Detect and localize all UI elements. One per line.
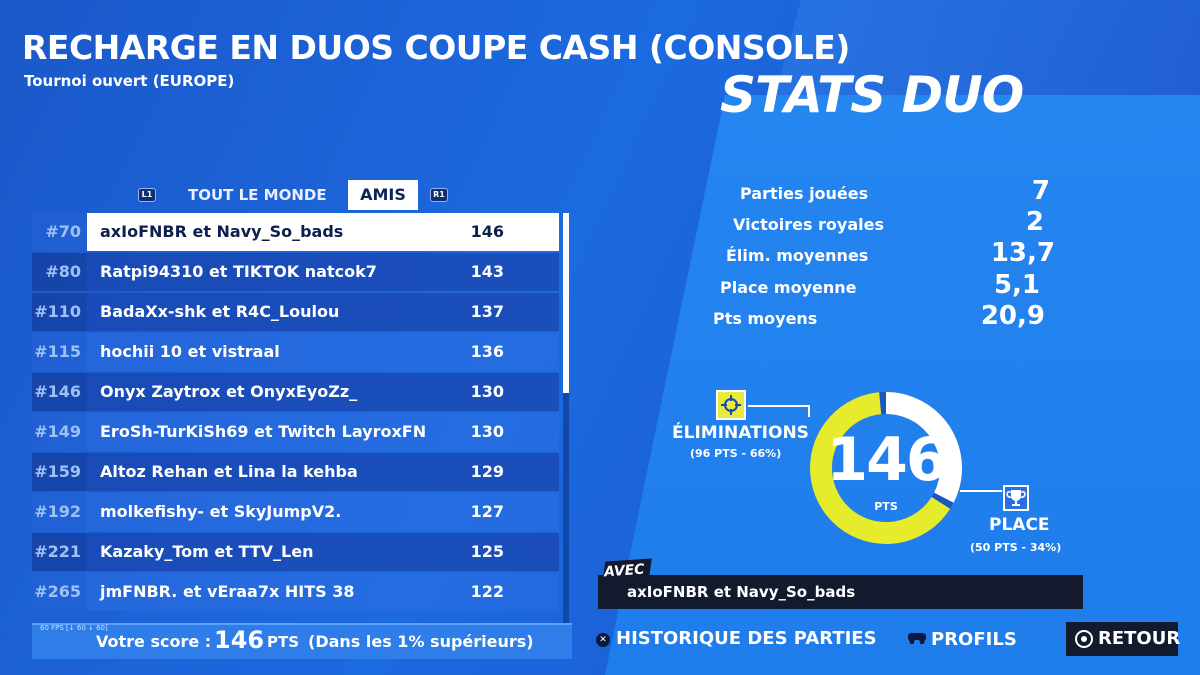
leaderboard-row[interactable]: #115 hochii 10 et vistraal 136 (32, 333, 559, 371)
row-rank: #265 (32, 573, 87, 611)
donut-points-unit: PTS (874, 500, 898, 513)
stat-value-avg-elims: 13,7 (990, 238, 1055, 268)
stat-value-avg-place: 5,1 (993, 270, 1040, 300)
tab-everyone[interactable]: TOUT LE MONDE (188, 186, 327, 204)
score-unit: PTS (267, 633, 300, 651)
row-rank: #221 (32, 533, 87, 571)
scrollbar-thumb[interactable] (563, 213, 569, 393)
circle-button-icon (1075, 630, 1093, 648)
gamepad-icon (907, 628, 927, 645)
leaderboard-row[interactable]: #265 jmFNBR. et vEraa7x HITS 38 122 (32, 573, 559, 611)
leaderboard-scrollbar[interactable] (563, 213, 569, 633)
leaderboard-row[interactable]: #159 Altoz Rehan et Lina la kehba 129 (32, 453, 559, 491)
row-rank: #192 (32, 493, 87, 531)
row-points: 130 (470, 422, 504, 441)
place-leader-line (960, 490, 1002, 492)
page-subtitle: Tournoi ouvert (EUROPE) (24, 72, 235, 90)
crosshair-icon (716, 390, 746, 420)
row-points: 130 (470, 382, 504, 401)
stat-label-wins: Victoires royales (733, 215, 884, 234)
row-points: 127 (470, 502, 504, 521)
eliminations-leader-line (748, 405, 808, 407)
profiles-button[interactable]: PROFILS (907, 628, 1017, 654)
leaderboard-row[interactable]: #110 BadaXx-shk et R4C_Loulou 137 (32, 293, 559, 331)
leaderboard-row[interactable]: #80 Ratpi94310 et TIKTOK natcok7 143 (32, 253, 559, 291)
leaderboard-list[interactable]: #70 axIoFNBR et Navy_So_bads 146 #80 Rat… (32, 213, 572, 633)
trophy-icon (1003, 485, 1029, 511)
score-percentile: (Dans les 1% supérieurs) (308, 632, 534, 651)
your-score-bar: Votre score : 146 PTS (Dans les 1% supér… (32, 623, 572, 659)
score-value: 146 (214, 626, 265, 654)
row-points: 129 (470, 462, 504, 481)
l1-button-icon[interactable]: L1 (138, 188, 156, 202)
stats-title: STATS DUO (720, 66, 1024, 124)
row-points: 146 (470, 222, 504, 241)
leaderboard-row[interactable]: #192 molkefishy- et SkyJumpV2. 127 (32, 493, 559, 531)
row-points: 143 (470, 262, 504, 281)
row-rank: #159 (32, 453, 87, 491)
eliminations-label: ÉLIMINATIONS (672, 423, 809, 443)
cross-button-icon: ✕ (596, 633, 610, 647)
row-rank: #149 (32, 413, 87, 451)
row-rank: #110 (32, 293, 87, 331)
leaderboard-row[interactable]: #221 Kazaky_Tom et TTV_Len 125 (32, 533, 559, 571)
eliminations-leader-line (808, 405, 810, 417)
row-rank: #80 (32, 253, 87, 291)
row-rank: #70 (32, 213, 87, 251)
eliminations-detail: (96 PTS - 66%) (690, 447, 782, 460)
row-points: 136 (470, 342, 504, 361)
leaderboard-row-selected[interactable]: #70 axIoFNBR et Navy_So_bads 146 (32, 213, 559, 251)
stat-label-avg-place: Place moyenne (720, 278, 857, 297)
stat-value-matches: 7 (1031, 176, 1050, 206)
stat-value-avg-points: 20,9 (980, 301, 1045, 331)
donut-total-points: 146 (826, 425, 947, 495)
match-history-button[interactable]: ✕ HISTORIQUE DES PARTIES (596, 628, 877, 654)
stat-label-avg-elims: Élim. moyennes (726, 246, 869, 265)
leaderboard-row[interactable]: #149 EroSh-TurKiSh69 et Twitch LayroxFN … (32, 413, 559, 451)
score-label: Votre score : (96, 632, 212, 651)
page-title: RECHARGE EN DUOS COUPE CASH (CONSOLE) (22, 28, 850, 67)
row-points: 125 (470, 542, 504, 561)
place-label: PLACE (989, 515, 1050, 535)
fps-counter: 60 FPS [↓ 60 ↓ 60] (40, 624, 108, 632)
stat-label-matches: Parties jouées (740, 184, 869, 203)
row-points: 122 (470, 582, 504, 601)
partner-tag: AVEC (603, 561, 646, 581)
r1-button-icon[interactable]: R1 (430, 188, 448, 202)
row-rank: #115 (32, 333, 87, 371)
tab-friends[interactable]: AMIS (348, 180, 418, 210)
place-detail: (50 PTS - 34%) (970, 541, 1062, 554)
leaderboard-row[interactable]: #146 Onyx Zaytrox et OnyxEyoZz_ 130 (32, 373, 559, 411)
profiles-label: PROFILS (931, 629, 1017, 650)
match-history-label: HISTORIQUE DES PARTIES (616, 628, 877, 649)
partner-name: axIoFNBR et Navy_So_bads (627, 583, 856, 601)
stat-label-avg-points: Pts moyens (713, 309, 818, 328)
row-rank: #146 (32, 373, 87, 411)
row-points: 137 (470, 302, 504, 321)
stat-value-wins: 2 (1025, 207, 1044, 237)
back-label: RETOUR (1098, 628, 1181, 649)
